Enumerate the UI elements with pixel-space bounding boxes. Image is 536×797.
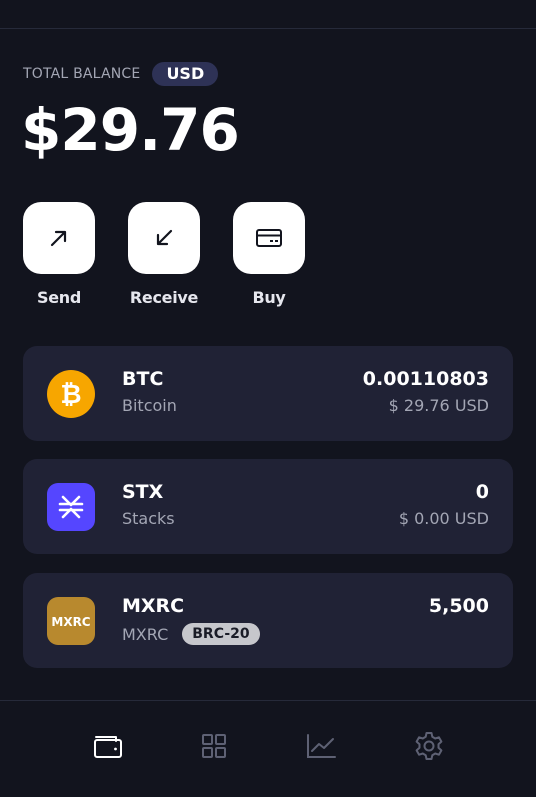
- nav-collectibles[interactable]: [196, 728, 232, 764]
- asset-fiat-value: $ 29.76 USD: [388, 396, 489, 415]
- card-icon: [256, 229, 282, 247]
- settings-icon: [415, 732, 443, 760]
- asset-name: MXRC BRC-20: [122, 623, 260, 645]
- asset-name-text: MXRC: [122, 624, 169, 644]
- svg-text:₿: ₿: [60, 380, 81, 410]
- send-action: Send: [23, 202, 95, 307]
- arrow-up-right-icon: [50, 230, 67, 247]
- asset-amount: 0: [475, 481, 489, 503]
- nav-wallet[interactable]: [90, 728, 126, 764]
- mxrc-token-icon: MXRC: [47, 597, 95, 645]
- nav-settings[interactable]: [411, 728, 447, 764]
- token-standard-badge: BRC-20: [182, 623, 260, 645]
- total-balance-label: TOTAL BALANCE: [23, 66, 141, 82]
- buy-button[interactable]: [233, 202, 305, 274]
- buy-label: Buy: [252, 288, 286, 307]
- chart-icon: [307, 734, 336, 758]
- asset-card-mxrc[interactable]: MXRC MXRC MXRC BRC-20 5,500: [23, 573, 513, 668]
- wallet-icon: [94, 736, 122, 758]
- stacks-icon: [47, 483, 95, 531]
- asset-name: Bitcoin: [122, 396, 177, 415]
- currency-selector[interactable]: USD: [152, 62, 219, 86]
- balance-header: TOTAL BALANCE USD: [23, 62, 219, 86]
- receive-label: Receive: [129, 288, 199, 307]
- send-button[interactable]: [23, 202, 95, 274]
- asset-fiat-value: $ 0.00 USD: [398, 509, 489, 528]
- mxrc-icon-text: MXRC: [51, 615, 90, 629]
- asset-ticker: MXRC: [122, 595, 185, 617]
- asset-amount: 5,500: [428, 595, 489, 617]
- grid-icon: [202, 734, 226, 758]
- receive-action: Receive: [128, 202, 200, 307]
- asset-card-btc[interactable]: ₿ BTC Bitcoin 0.00110803 $ 29.76 USD: [23, 346, 513, 441]
- bottom-divider: [0, 700, 536, 701]
- arrow-down-left-icon: [156, 229, 173, 246]
- receive-button[interactable]: [128, 202, 200, 274]
- asset-ticker: BTC: [122, 368, 164, 390]
- asset-ticker: STX: [122, 481, 164, 503]
- bitcoin-icon: ₿: [47, 370, 95, 418]
- nav-stacking[interactable]: [303, 728, 339, 764]
- asset-card-stx[interactable]: STX Stacks 0 $ 0.00 USD: [23, 459, 513, 554]
- buy-action: Buy: [233, 202, 305, 307]
- asset-name: Stacks: [122, 509, 175, 528]
- top-divider: [0, 28, 536, 29]
- total-balance-amount: $29.76: [21, 96, 240, 164]
- asset-amount: 0.00110803: [362, 368, 489, 390]
- asset-name-text: Stacks: [122, 509, 175, 528]
- send-label: Send: [36, 288, 82, 307]
- asset-name-text: Bitcoin: [122, 396, 177, 415]
